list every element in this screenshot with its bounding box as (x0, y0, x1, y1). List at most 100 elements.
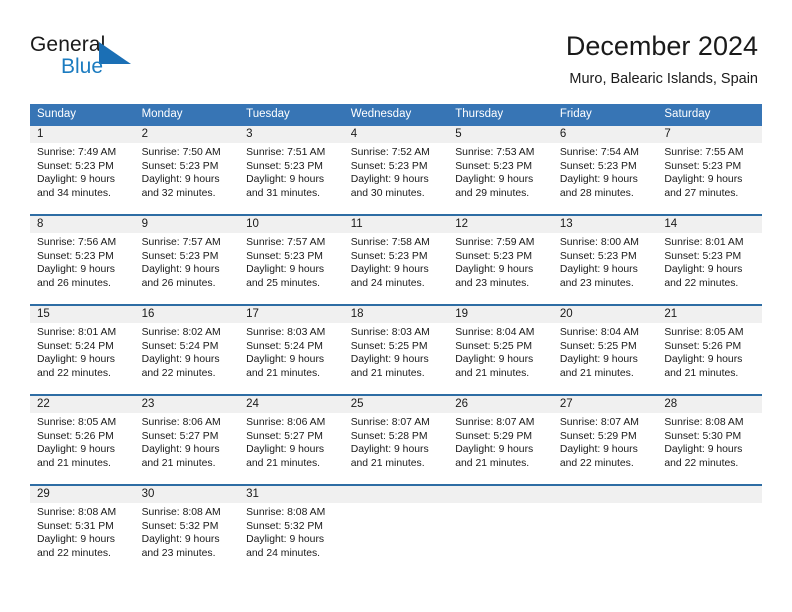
day-cell[interactable]: 29 Sunrise: 8:08 AM Sunset: 5:31 PM Dayligh… (30, 486, 135, 574)
day-detail-line: and 22 minutes. (664, 457, 739, 469)
day-detail-line: Daylight: 9 hours (141, 534, 220, 546)
day-cell[interactable]: 30 Sunrise: 8:08 AM Sunset: 5:32 PM Dayligh… (134, 486, 240, 574)
day-detail-line: Sunset: 5:25 PM (350, 340, 428, 352)
day-details: Sunrise: 7:57 AM Sunset: 5:23 PM Daylight:… (239, 233, 344, 290)
day-number: 24 (239, 396, 344, 413)
day-detail-line: Sunrise: 7:57 AM (246, 237, 326, 248)
day-detail-line: Sunset: 5:27 PM (246, 430, 323, 442)
day-detail-line: Sunrise: 7:54 AM (559, 147, 639, 158)
day-detail-line: Sunrise: 7:57 AM (141, 237, 221, 248)
calendar-cell: 2 Sunrise: 7:50 AM Sunset: 5:23 PM Daylight… (134, 126, 240, 215)
day-number: 16 (134, 306, 240, 323)
day-cell[interactable]: 12 Sunrise: 7:59 AM Sunset: 5:23 PM Dayligh… (448, 216, 553, 304)
day-cell[interactable]: 4 Sunrise: 7:52 AM Sunset: 5:23 PM Daylight… (343, 126, 449, 214)
day-cell[interactable]: 15 Sunrise: 8:01 AM Sunset: 5:24 PM Dayligh… (30, 306, 135, 394)
day-cell[interactable]: 25 Sunrise: 8:07 AM Sunset: 5:28 PM Dayligh… (343, 396, 449, 484)
day-detail-line: Daylight: 9 hours (37, 354, 115, 366)
day-detail-line: and 22 minutes. (37, 367, 111, 379)
day-details: Sunrise: 7:54 AM Sunset: 5:23 PM Daylight:… (553, 143, 658, 200)
day-cell[interactable]: 3 Sunrise: 7:51 AM Sunset: 5:23 PM Daylight… (239, 126, 344, 214)
day-cell[interactable]: 26 Sunrise: 8:07 AM Sunset: 5:29 PM Dayligh… (448, 396, 553, 484)
day-detail-line: Sunset: 5:23 PM (246, 250, 323, 262)
page-subtitle: Muro, Balearic Islands, Spain (569, 71, 758, 87)
weekday-header-friday: Friday (552, 104, 658, 126)
day-detail-line: Daylight: 9 hours (350, 354, 429, 366)
day-details: Sunrise: 7:52 AM Sunset: 5:23 PM Daylight:… (344, 143, 449, 200)
day-number: 28 (657, 396, 762, 413)
calendar-cell (552, 484, 658, 574)
day-detail-line: Sunset: 5:29 PM (455, 430, 533, 442)
calendar-header-row: Sunday Monday Tuesday Wednesday Thursday… (30, 104, 762, 126)
day-detail-line: Sunset: 5:32 PM (141, 520, 219, 532)
day-number: 4 (343, 126, 449, 143)
day-cell[interactable]: 18 Sunrise: 8:03 AM Sunset: 5:25 PM Dayligh… (343, 306, 449, 394)
day-cell[interactable]: 2 Sunrise: 7:50 AM Sunset: 5:23 PM Daylight… (134, 126, 240, 214)
day-cell[interactable]: 7 Sunrise: 7:55 AM Sunset: 5:23 PM Daylight… (657, 126, 762, 214)
day-cell[interactable]: 24 Sunrise: 8:06 AM Sunset: 5:27 PM Dayligh… (239, 396, 344, 484)
day-detail-line: Sunset: 5:23 PM (664, 250, 742, 262)
day-detail-line: Sunrise: 8:04 AM (559, 327, 639, 338)
day-number: 25 (343, 396, 449, 413)
day-detail-line: Sunrise: 8:04 AM (455, 327, 535, 338)
day-details: Sunrise: 7:55 AM Sunset: 5:23 PM Daylight:… (657, 143, 762, 200)
day-cell[interactable]: 20 Sunrise: 8:04 AM Sunset: 5:25 PM Dayligh… (552, 306, 658, 394)
calendar-cell: 29 Sunrise: 8:08 AM Sunset: 5:31 PM Dayligh… (30, 484, 135, 574)
weekday-header-thursday: Thursday (448, 104, 553, 126)
day-detail-line: and 23 minutes. (559, 277, 634, 289)
day-cell[interactable]: 31 Sunrise: 8:08 AM Sunset: 5:32 PM Dayligh… (239, 486, 344, 574)
day-details: Sunrise: 8:08 AM Sunset: 5:32 PM Daylight:… (135, 503, 240, 560)
day-details: Sunrise: 7:53 AM Sunset: 5:23 PM Daylight:… (448, 143, 553, 200)
calendar-cell (657, 484, 762, 574)
day-cell[interactable]: 28 Sunrise: 8:08 AM Sunset: 5:30 PM Dayligh… (657, 396, 762, 484)
day-detail-line: Daylight: 9 hours (37, 534, 115, 546)
day-details: Sunrise: 7:56 AM Sunset: 5:23 PM Daylight:… (30, 233, 135, 290)
calendar-cell: 1 Sunrise: 7:49 AM Sunset: 5:23 PM Daylight… (30, 126, 135, 215)
day-detail-line: Sunset: 5:23 PM (455, 250, 533, 262)
day-cell[interactable]: 22 Sunrise: 8:05 AM Sunset: 5:26 PM Dayligh… (30, 396, 135, 484)
day-cell[interactable]: 14 Sunrise: 8:01 AM Sunset: 5:23 PM Dayligh… (657, 216, 762, 304)
day-cell[interactable]: 23 Sunrise: 8:06 AM Sunset: 5:27 PM Dayligh… (134, 396, 240, 484)
day-cell[interactable]: 21 Sunrise: 8:05 AM Sunset: 5:26 PM Dayligh… (657, 306, 762, 394)
day-number: 2 (134, 126, 240, 143)
day-detail-line: Sunrise: 7:59 AM (455, 237, 535, 248)
day-cell[interactable]: 27 Sunrise: 8:07 AM Sunset: 5:29 PM Dayligh… (552, 396, 658, 484)
day-cell[interactable]: 10 Sunrise: 7:57 AM Sunset: 5:23 PM Dayligh… (239, 216, 344, 304)
day-number: 12 (448, 216, 553, 233)
day-detail-line: and 22 minutes. (664, 277, 739, 289)
day-detail-line: and 21 minutes. (455, 457, 530, 469)
day-cell[interactable]: 6 Sunrise: 7:54 AM Sunset: 5:23 PM Daylight… (552, 126, 658, 214)
day-number: 7 (657, 126, 762, 143)
day-cell[interactable]: 5 Sunrise: 7:53 AM Sunset: 5:23 PM Daylight… (448, 126, 553, 214)
day-cell[interactable]: 9 Sunrise: 7:57 AM Sunset: 5:23 PM Daylight… (134, 216, 240, 304)
day-details: Sunrise: 8:05 AM Sunset: 5:26 PM Daylight:… (30, 413, 135, 470)
day-details: Sunrise: 8:06 AM Sunset: 5:27 PM Daylight:… (239, 413, 344, 470)
day-detail-line: Sunset: 5:25 PM (455, 340, 533, 352)
day-cell[interactable]: 11 Sunrise: 7:58 AM Sunset: 5:23 PM Dayligh… (343, 216, 449, 304)
day-details (344, 503, 449, 506)
weekday-header-sunday: Sunday (30, 104, 135, 126)
day-number: 1 (30, 126, 135, 143)
day-detail-line: Sunset: 5:23 PM (559, 250, 637, 262)
day-detail-line: Sunrise: 8:06 AM (246, 417, 326, 428)
day-detail-line: Sunset: 5:24 PM (37, 340, 114, 352)
day-detail-line: Sunrise: 7:52 AM (350, 147, 430, 158)
day-detail-line: and 21 minutes. (559, 367, 634, 379)
day-detail-line: and 31 minutes. (246, 187, 321, 199)
day-cell[interactable]: 8 Sunrise: 7:56 AM Sunset: 5:23 PM Daylight… (30, 216, 135, 304)
day-cell[interactable]: 16 Sunrise: 8:02 AM Sunset: 5:24 PM Dayligh… (134, 306, 240, 394)
day-number: 29 (30, 486, 135, 503)
logo-text-blue: Blue (61, 55, 104, 78)
calendar-cell (343, 484, 449, 574)
day-cell[interactable]: 17 Sunrise: 8:03 AM Sunset: 5:24 PM Dayligh… (239, 306, 344, 394)
day-cell[interactable]: 13 Sunrise: 8:00 AM Sunset: 5:23 PM Dayligh… (552, 216, 658, 304)
calendar-week-row: 8 Sunrise: 7:56 AM Sunset: 5:23 PM Daylight… (30, 214, 762, 305)
day-detail-line: Daylight: 9 hours (246, 264, 325, 276)
day-detail-line: and 22 minutes. (559, 457, 634, 469)
day-number: 30 (134, 486, 240, 503)
day-detail-line: Sunrise: 7:49 AM (37, 147, 117, 158)
day-detail-line: Daylight: 9 hours (246, 354, 325, 366)
day-cell[interactable]: 19 Sunrise: 8:04 AM Sunset: 5:25 PM Dayligh… (448, 306, 553, 394)
general-blue-logo[interactable]: General Blue (30, 33, 210, 87)
day-cell[interactable]: 1 Sunrise: 7:49 AM Sunset: 5:23 PM Daylight… (30, 126, 135, 214)
day-detail-line: Sunrise: 8:03 AM (246, 327, 326, 338)
